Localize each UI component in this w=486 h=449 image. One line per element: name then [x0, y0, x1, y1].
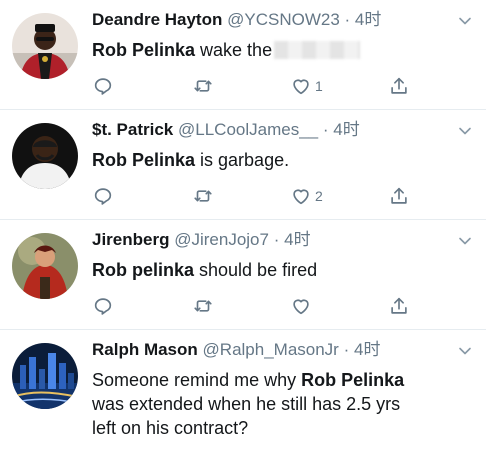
retweet-button[interactable]: [192, 184, 214, 208]
user-handle[interactable]: @JirenJojo7: [174, 230, 269, 249]
like-button[interactable]: [290, 294, 315, 318]
city-night-avatar-icon: [12, 343, 78, 409]
tweet[interactable]: Deandre Hayton @YCSNOW23 · 4时 Rob Pelink…: [0, 0, 486, 110]
mention-text: Rob Pelinka: [92, 40, 196, 60]
tweet-header: Jirenberg @JirenJojo7 · 4时: [92, 229, 446, 251]
display-name[interactable]: Deandre Hayton: [92, 10, 222, 29]
share-icon: [388, 295, 410, 317]
user-handle[interactable]: @YCSNOW23: [227, 10, 340, 29]
tweet-feed: Deandre Hayton @YCSNOW23 · 4时 Rob Pelink…: [0, 0, 486, 449]
share-button[interactable]: [388, 294, 410, 318]
separator: ·: [322, 120, 329, 139]
display-name[interactable]: Ralph Mason: [92, 340, 198, 359]
timestamp[interactable]: 4时: [333, 120, 359, 139]
share-button[interactable]: [388, 184, 410, 208]
tweet-text: Rob pelinka should be fired: [92, 258, 462, 282]
tweet[interactable]: $t. Patrick @LLCoolJames__ · 4时 Rob Peli…: [0, 110, 486, 220]
separator: ·: [343, 340, 350, 359]
heart-icon: [290, 185, 312, 207]
mention-text: Rob Pelinka: [301, 370, 405, 390]
tweet-text: Someone remind me why Rob Pelinka was ex…: [92, 368, 462, 440]
tweet-text-line: Someone remind me why Rob Pelinka: [92, 368, 462, 392]
user-handle[interactable]: @Ralph_MasonJr: [203, 340, 339, 359]
tweet[interactable]: Ralph Mason @Ralph_MasonJr · 4时 Someone …: [0, 330, 486, 449]
avatar[interactable]: [12, 123, 78, 189]
tweet-header: Deandre Hayton @YCSNOW23 · 4时: [92, 9, 446, 31]
like-count: 2: [315, 188, 323, 204]
display-name[interactable]: Jirenberg: [92, 230, 169, 249]
reply-icon: [92, 295, 114, 317]
reply-icon: [92, 75, 114, 97]
timestamp[interactable]: 4时: [355, 10, 381, 29]
reply-button[interactable]: [92, 294, 114, 318]
retweet-button[interactable]: [192, 74, 214, 98]
user-handle[interactable]: @LLCoolJames__: [178, 120, 318, 139]
tweet-text-start: Someone remind me why: [92, 370, 302, 390]
mention-text: Rob pelinka: [92, 260, 195, 280]
mention-text: Rob Pelinka: [92, 150, 196, 170]
separator: ·: [344, 10, 351, 29]
person-red-jacket-avatar-icon: [12, 13, 78, 79]
person-white-shirt-avatar-icon: [12, 123, 78, 189]
share-icon: [388, 185, 410, 207]
retweet-icon: [192, 75, 214, 97]
tweet-text-line: was extended when he still has 2.5 yrs: [92, 394, 401, 414]
share-icon: [388, 75, 410, 97]
tweet-text-rest: is garbage.: [195, 150, 290, 170]
avatar[interactable]: [12, 343, 78, 409]
timestamp[interactable]: 4时: [354, 340, 380, 359]
reply-icon: [92, 185, 114, 207]
action-bar: 2: [92, 184, 422, 208]
avatar[interactable]: [12, 13, 78, 79]
tweet-text: Rob Pelinka wake the: [92, 38, 462, 62]
anime-character-avatar-icon: [12, 233, 78, 299]
separator: ·: [273, 230, 280, 249]
tweet-text: Rob Pelinka is garbage.: [92, 148, 462, 172]
action-bar: [92, 294, 422, 318]
redacted-text: [274, 41, 361, 59]
heart-icon: [290, 295, 312, 317]
like-count: 1: [315, 78, 323, 94]
retweet-icon: [192, 185, 214, 207]
action-bar: 1: [92, 74, 422, 98]
tweet-text-rest: should be fired: [194, 260, 318, 280]
like-button[interactable]: 1: [290, 74, 323, 98]
tweet-header: Ralph Mason @Ralph_MasonJr · 4时: [92, 339, 446, 361]
like-button[interactable]: 2: [290, 184, 323, 208]
share-button[interactable]: [388, 74, 410, 98]
chevron-down-icon[interactable]: [458, 344, 472, 358]
timestamp[interactable]: 4时: [284, 230, 310, 249]
tweet-text-line: left on his contract?: [92, 418, 249, 438]
heart-icon: [290, 75, 312, 97]
tweet-header: $t. Patrick @LLCoolJames__ · 4时: [92, 119, 446, 141]
display-name[interactable]: $t. Patrick: [92, 120, 173, 139]
tweet[interactable]: Jirenberg @JirenJojo7 · 4时 Rob pelinka s…: [0, 220, 486, 330]
chevron-down-icon[interactable]: [458, 14, 472, 28]
retweet-button[interactable]: [192, 294, 214, 318]
avatar[interactable]: [12, 233, 78, 299]
tweet-text-rest: wake the: [195, 40, 273, 60]
reply-button[interactable]: [92, 184, 114, 208]
reply-button[interactable]: [92, 74, 114, 98]
chevron-down-icon[interactable]: [458, 124, 472, 138]
chevron-down-icon[interactable]: [458, 234, 472, 248]
retweet-icon: [192, 295, 214, 317]
